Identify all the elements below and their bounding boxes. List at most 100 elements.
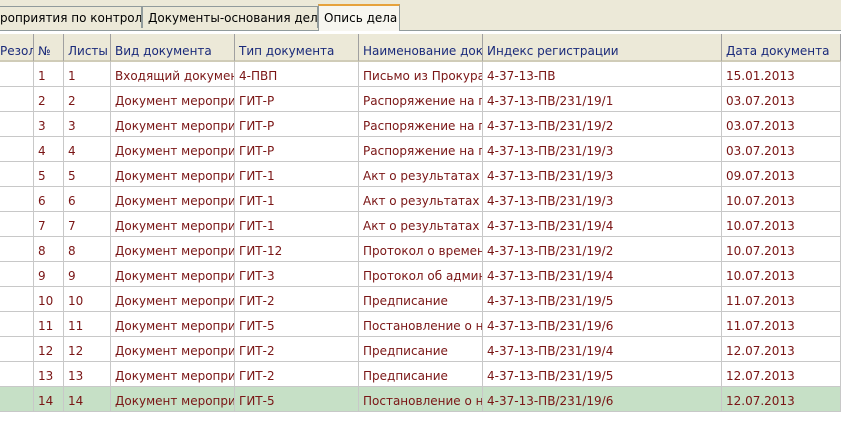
- cell-document-kind[interactable]: Документ меропри: [111, 262, 235, 287]
- cell-registration-index[interactable]: 4-37-13-ПВ/231/19/2: [483, 237, 722, 262]
- cell-sheets[interactable]: 12: [64, 337, 111, 362]
- cell-document-kind[interactable]: Документ меропри: [111, 112, 235, 137]
- cell-registration-index[interactable]: 4-37-13-ПВ/231/19/5: [483, 362, 722, 387]
- cell-document-name[interactable]: Предписание: [359, 287, 483, 312]
- cell-number[interactable]: 1: [34, 62, 64, 87]
- cell-document-date[interactable]: 03.07.2013: [722, 112, 841, 137]
- cell-document-kind[interactable]: Документ меропри: [111, 212, 235, 237]
- cell-document-date[interactable]: 12.07.2013: [722, 337, 841, 362]
- cell-document-name[interactable]: Постановление о н: [359, 387, 483, 412]
- table-row[interactable]: 7 7 Документ меропри ГИТ-1 Акт о результатах…: [0, 212, 841, 237]
- column-header-number[interactable]: №: [34, 34, 64, 62]
- cell-resolution[interactable]: [0, 387, 34, 412]
- table-row[interactable]: 8 8 Документ меропри ГИТ-12 Протокол о време…: [0, 237, 841, 262]
- cell-document-type[interactable]: ГИТ-Р: [235, 112, 359, 137]
- cell-document-kind[interactable]: Документ меропри: [111, 87, 235, 112]
- cell-document-type[interactable]: ГИТ-Р: [235, 137, 359, 162]
- cell-document-kind[interactable]: Документ меропри: [111, 162, 235, 187]
- cell-document-type[interactable]: ГИТ-2: [235, 337, 359, 362]
- cell-resolution[interactable]: [0, 187, 34, 212]
- cell-document-kind[interactable]: Документ меропри: [111, 312, 235, 337]
- cell-registration-index[interactable]: 4-37-13-ПВ/231/19/3: [483, 187, 722, 212]
- cell-resolution[interactable]: [0, 137, 34, 162]
- column-header-registration-index[interactable]: Индекс регистрации: [483, 34, 722, 62]
- cell-resolution[interactable]: [0, 62, 34, 87]
- cell-registration-index[interactable]: 4-37-13-ПВ: [483, 62, 722, 87]
- cell-resolution[interactable]: [0, 237, 34, 262]
- cell-number[interactable]: 13: [34, 362, 64, 387]
- cell-resolution[interactable]: [0, 312, 34, 337]
- cell-resolution[interactable]: [0, 337, 34, 362]
- cell-sheets[interactable]: 10: [64, 287, 111, 312]
- cell-document-date[interactable]: 10.07.2013: [722, 187, 841, 212]
- column-header-document-name[interactable]: Наименование документа: [359, 34, 483, 62]
- cell-document-name[interactable]: Протокол о времен: [359, 237, 483, 262]
- table-row[interactable]: 12 12 Документ меропри ГИТ-2 Предписание 4-37…: [0, 337, 841, 362]
- cell-document-kind[interactable]: Входящий докумен: [111, 62, 235, 87]
- column-header-sheets[interactable]: Листы: [64, 34, 111, 62]
- cell-number[interactable]: 9: [34, 262, 64, 287]
- cell-document-name[interactable]: Письмо из Прокура: [359, 62, 483, 87]
- cell-document-date[interactable]: 10.07.2013: [722, 262, 841, 287]
- cell-document-type[interactable]: ГИТ-12: [235, 237, 359, 262]
- cell-number[interactable]: 11: [34, 312, 64, 337]
- cell-number[interactable]: 6: [34, 187, 64, 212]
- cell-resolution[interactable]: [0, 287, 34, 312]
- tab-case-inventory[interactable]: Опись дела: [318, 4, 400, 31]
- cell-number[interactable]: 7: [34, 212, 64, 237]
- cell-document-date[interactable]: 11.07.2013: [722, 312, 841, 337]
- cell-number[interactable]: 14: [34, 387, 64, 412]
- table-row[interactable]: 5 5 Документ меропри ГИТ-1 Акт о результатах…: [0, 162, 841, 187]
- tab-control-measures[interactable]: роприятия по контролю: [0, 6, 142, 28]
- cell-number[interactable]: 8: [34, 237, 64, 262]
- cell-document-name[interactable]: Протокол об админ: [359, 262, 483, 287]
- table-row[interactable]: 6 6 Документ меропри ГИТ-1 Акт о результатах…: [0, 187, 841, 212]
- cell-document-type[interactable]: 4-ПВП: [235, 62, 359, 87]
- cell-number[interactable]: 12: [34, 337, 64, 362]
- table-row[interactable]: 14 14 Документ меропри ГИТ-5 Постановление о…: [0, 387, 841, 412]
- table-row[interactable]: 10 10 Документ меропри ГИТ-2 Предписание 4-37…: [0, 287, 841, 312]
- table-row[interactable]: 4 4 Документ меропри ГИТ-Р Распоряжение на п…: [0, 137, 841, 162]
- table-row[interactable]: 2 2 Документ меропри ГИТ-Р Распоряжение на п…: [0, 87, 841, 112]
- cell-number[interactable]: 10: [34, 287, 64, 312]
- cell-document-name[interactable]: Постановление о н: [359, 312, 483, 337]
- table-row[interactable]: 1 1 Входящий докумен 4-ПВП Письмо из Прокура…: [0, 62, 841, 87]
- cell-document-date[interactable]: 11.07.2013: [722, 287, 841, 312]
- cell-resolution[interactable]: [0, 87, 34, 112]
- column-header-document-kind[interactable]: Вид документа: [111, 34, 235, 62]
- cell-number[interactable]: 4: [34, 137, 64, 162]
- cell-registration-index[interactable]: 4-37-13-ПВ/231/19/1: [483, 87, 722, 112]
- table-row[interactable]: 3 3 Документ меропри ГИТ-Р Распоряжение на п…: [0, 112, 841, 137]
- cell-document-kind[interactable]: Документ меропри: [111, 337, 235, 362]
- cell-document-date[interactable]: 15.01.2013: [722, 62, 841, 87]
- cell-resolution[interactable]: [0, 362, 34, 387]
- cell-registration-index[interactable]: 4-37-13-ПВ/231/19/5: [483, 287, 722, 312]
- cell-registration-index[interactable]: 4-37-13-ПВ/231/19/3: [483, 137, 722, 162]
- cell-resolution[interactable]: [0, 112, 34, 137]
- cell-sheets[interactable]: 11: [64, 312, 111, 337]
- cell-document-name[interactable]: Акт о результатах: [359, 212, 483, 237]
- column-header-resolution[interactable]: Резолю: [0, 34, 34, 62]
- cell-resolution[interactable]: [0, 262, 34, 287]
- cell-sheets[interactable]: 8: [64, 237, 111, 262]
- cell-resolution[interactable]: [0, 212, 34, 237]
- cell-document-type[interactable]: ГИТ-Р: [235, 87, 359, 112]
- cell-resolution[interactable]: [0, 162, 34, 187]
- cell-document-date[interactable]: 09.07.2013: [722, 162, 841, 187]
- cell-document-kind[interactable]: Документ меропри: [111, 362, 235, 387]
- cell-number[interactable]: 5: [34, 162, 64, 187]
- cell-document-type[interactable]: ГИТ-2: [235, 362, 359, 387]
- cell-document-name[interactable]: Предписание: [359, 362, 483, 387]
- cell-registration-index[interactable]: 4-37-13-ПВ/231/19/2: [483, 112, 722, 137]
- cell-document-kind[interactable]: Документ меропри: [111, 187, 235, 212]
- cell-sheets[interactable]: 7: [64, 212, 111, 237]
- cell-sheets[interactable]: 1: [64, 62, 111, 87]
- table-row[interactable]: 11 11 Документ меропри ГИТ-5 Постановление о…: [0, 312, 841, 337]
- cell-document-type[interactable]: ГИТ-3: [235, 262, 359, 287]
- cell-registration-index[interactable]: 4-37-13-ПВ/231/19/4: [483, 337, 722, 362]
- table-row[interactable]: 13 13 Документ меропри ГИТ-2 Предписание 4-37…: [0, 362, 841, 387]
- cell-sheets[interactable]: 5: [64, 162, 111, 187]
- cell-document-type[interactable]: ГИТ-1: [235, 162, 359, 187]
- cell-sheets[interactable]: 9: [64, 262, 111, 287]
- cell-number[interactable]: 2: [34, 87, 64, 112]
